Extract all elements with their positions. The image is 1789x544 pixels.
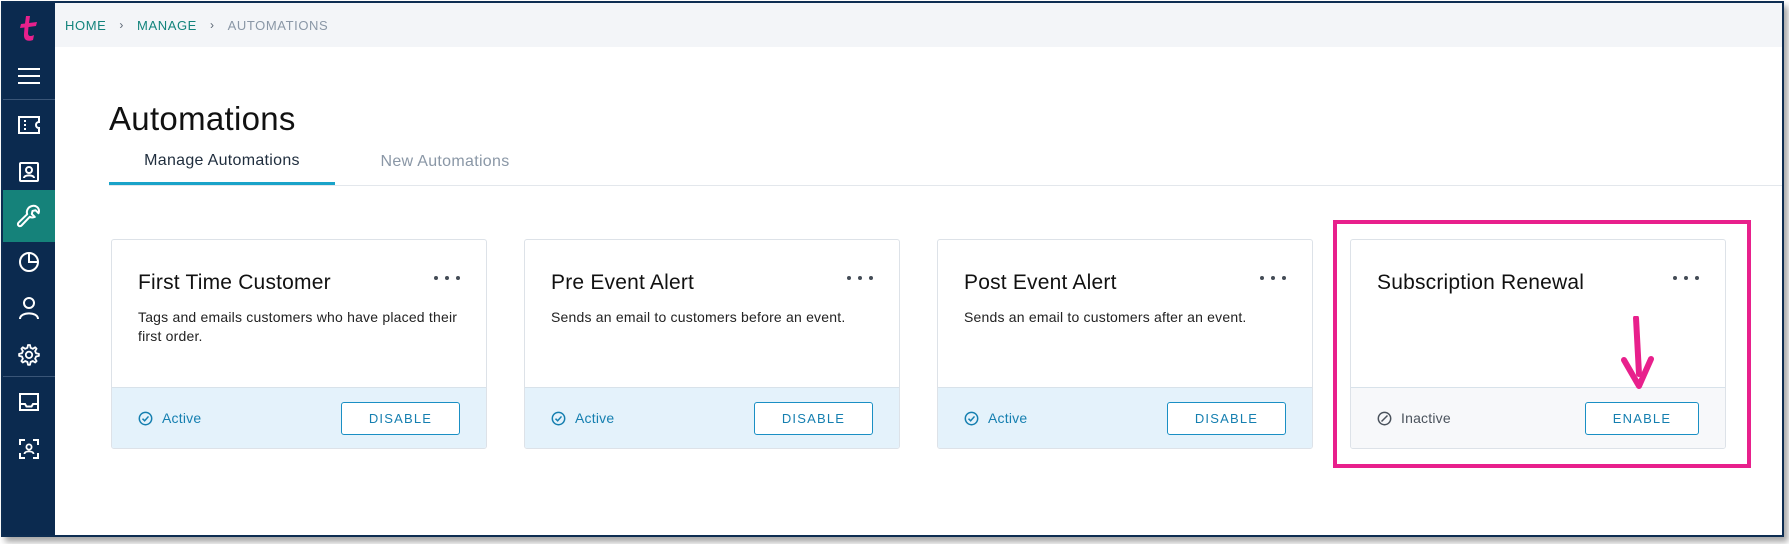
wrench-icon xyxy=(16,204,40,228)
status-badge: Active xyxy=(551,388,614,448)
sidebar xyxy=(3,3,55,535)
sidebar-item-inbox[interactable] xyxy=(3,376,55,428)
chevron-right-icon: › xyxy=(119,18,125,32)
scan-user-icon xyxy=(19,439,39,459)
status-label: Active xyxy=(162,410,202,426)
gear-icon xyxy=(18,344,40,366)
disable-button[interactable]: DISABLE xyxy=(1167,402,1286,435)
breadcrumb-manage[interactable]: MANAGE xyxy=(137,18,197,33)
sidebar-item-settings[interactable] xyxy=(3,329,55,381)
card-title: First Time Customer xyxy=(138,271,331,294)
card-footer: Inactive ENABLE xyxy=(1351,387,1725,448)
automation-card-pre-event-alert: Pre Event Alert Sends an email to custom… xyxy=(524,239,900,449)
more-options-icon[interactable] xyxy=(434,270,460,286)
enable-button[interactable]: ENABLE xyxy=(1585,402,1699,435)
automation-card-subscription-renewal: Subscription Renewal Inactive ENABLE xyxy=(1350,239,1726,449)
card-description: Sends an email to customers after an eve… xyxy=(964,309,1247,325)
disable-button[interactable]: DISABLE xyxy=(341,402,460,435)
breadcrumb: HOME › MANAGE › AUTOMATIONS xyxy=(55,3,1782,47)
tab-manage-automations[interactable]: Manage Automations xyxy=(109,139,335,185)
more-options-icon[interactable] xyxy=(847,270,873,286)
card-title: Post Event Alert xyxy=(964,271,1117,294)
logo-icon xyxy=(20,16,37,41)
card-footer: Active DISABLE xyxy=(938,387,1312,448)
sidebar-item-scan[interactable] xyxy=(3,423,55,475)
breadcrumb-current: AUTOMATIONS xyxy=(227,17,329,33)
ticket-icon xyxy=(18,116,40,134)
status-badge: Active xyxy=(138,388,201,448)
disable-button[interactable]: DISABLE xyxy=(754,402,873,435)
user-icon xyxy=(19,297,39,320)
status-badge: Active xyxy=(964,388,1027,448)
sidebar-item-tickets[interactable] xyxy=(3,99,55,151)
card-description: Tags and emails customers who have place… xyxy=(138,309,458,344)
status-badge: Inactive xyxy=(1377,388,1451,448)
sidebar-item-reports[interactable] xyxy=(3,236,55,288)
sidebar-item-customers[interactable] xyxy=(3,282,55,334)
check-circle-icon xyxy=(138,411,153,425)
more-options-icon[interactable] xyxy=(1260,270,1286,286)
automation-card-first-time-customer: First Time Customer Tags and emails cust… xyxy=(111,239,487,449)
card-title: Pre Event Alert xyxy=(551,271,695,294)
pie-chart-icon xyxy=(19,252,39,272)
check-circle-icon xyxy=(964,411,979,425)
contact-card-icon xyxy=(19,162,39,182)
menu-icon xyxy=(18,68,40,84)
status-label: Active xyxy=(988,410,1028,426)
sidebar-logo[interactable] xyxy=(3,3,55,55)
sidebar-item-menu[interactable] xyxy=(3,50,55,102)
sidebar-item-manage[interactable] xyxy=(3,190,55,242)
status-label: Active xyxy=(575,410,615,426)
card-footer: Active DISABLE xyxy=(112,387,486,448)
tab-new-automations[interactable]: New Automations xyxy=(335,139,555,185)
main-content: HOME › MANAGE › AUTOMATIONS Automations … xyxy=(55,3,1782,535)
status-label: Inactive xyxy=(1401,410,1451,426)
more-options-icon[interactable] xyxy=(1673,270,1699,286)
check-circle-icon xyxy=(551,411,566,425)
card-footer: Active DISABLE xyxy=(525,387,899,448)
automation-card-post-event-alert: Post Event Alert Sends an email to custo… xyxy=(937,239,1313,449)
breadcrumb-home[interactable]: HOME xyxy=(65,18,106,33)
card-description: Sends an email to customers before an ev… xyxy=(551,309,846,325)
card-title: Subscription Renewal xyxy=(1377,271,1585,294)
inbox-icon xyxy=(19,393,39,411)
page-title: Automations xyxy=(109,100,296,137)
disabled-circle-icon xyxy=(1377,411,1392,425)
chevron-right-icon: › xyxy=(209,18,215,32)
app-window: HOME › MANAGE › AUTOMATIONS Automations … xyxy=(1,1,1784,537)
tab-bar: Manage Automations New Automations xyxy=(109,139,1782,186)
